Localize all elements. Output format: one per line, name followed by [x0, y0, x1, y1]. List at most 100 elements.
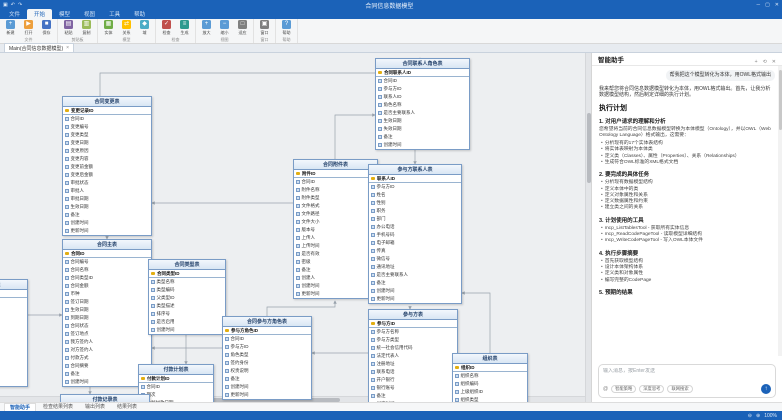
column-icon [65, 197, 69, 201]
column-icon [371, 273, 375, 277]
mention-icon[interactable]: @ [603, 386, 608, 392]
ribbon-button-帮助[interactable]: ?帮助 [279, 20, 294, 36]
relationship-line[interactable] [335, 115, 375, 159]
assistant-messages: 帮我把这个模型转化为本体，用OWL格式输出 我来帮您将合同信息数据模型转化为本体… [592, 66, 782, 361]
document-tab[interactable]: Main(合同信息数据模型)× [4, 43, 74, 52]
relationship-line[interactable] [267, 301, 335, 316]
entity-table[interactable]: 合同联系人角色表合同联系人ID合同ID参与方ID联系人ID角色名称是否主要联系人… [375, 58, 470, 150]
column-icon [455, 374, 459, 378]
entity-field: 审批人 [63, 187, 151, 195]
ribbon-tab-视图[interactable]: 视图 [77, 9, 102, 19]
field-name: 部门 [377, 216, 386, 222]
entity-field: 手机号码 [369, 231, 461, 239]
column-icon [296, 220, 300, 224]
zoom-in-icon[interactable]: ⊕ [756, 413, 760, 419]
entity-table[interactable]: 提醒事件表提醒ID合同ID提醒类型提醒日期提醒方式接收人提醒内容处理状态发送时间… [0, 279, 28, 387]
field-name: 上传人 [302, 235, 316, 241]
ribbon-button-保存[interactable]: ■保存 [39, 20, 54, 36]
undo-icon[interactable]: ↶ [11, 2, 15, 8]
field-name: 排序号 [157, 311, 171, 317]
entity-table[interactable]: 参与方联系人表联系人ID参与方ID姓名性别职务部门办公电话手机号码电子邮箱传真微… [368, 164, 462, 304]
close-button[interactable]: ✕ [775, 2, 779, 8]
close-tab-icon[interactable]: × [66, 45, 69, 51]
close-panel-icon[interactable]: ✕ [772, 59, 776, 65]
entity-field: 合同ID [0, 298, 27, 306]
entity-table[interactable]: 合同变更表变更记录ID合同ID变更编号变更类型变更日期变更原因变更内容变更前金额… [62, 96, 152, 236]
entity-field: 创建时间 [294, 282, 377, 290]
ribbon-button-label: 保存 [43, 30, 51, 36]
ribbon-tab-文件[interactable]: 文件 [2, 9, 27, 19]
ribbon-tab-帮助[interactable]: 帮助 [127, 9, 152, 19]
new-chat-icon[interactable]: + [755, 59, 758, 65]
column-icon [65, 173, 69, 177]
entity-field: 付款计划ID [139, 375, 213, 383]
column-icon [296, 252, 300, 256]
chat-input-box[interactable]: @ 智能策略深度思考联网搜索 ↑ [598, 364, 776, 398]
entity-table[interactable]: 组织表组织ID组织名称组织编码上级组织ID组织类型负责人联系电话备注创建时间 [452, 353, 528, 402]
entity-table[interactable]: 合同参与方角色表参与方角色ID合同ID参与方ID角色类型签约身份权责说明备注创建… [222, 316, 312, 400]
toggle-智能策略[interactable]: 智能策略 [611, 385, 636, 394]
column-icon [65, 348, 69, 352]
toggle-深度思考[interactable]: 深度思考 [639, 385, 664, 394]
field-name: 签约身份 [231, 360, 249, 366]
ribbon-button-生成[interactable]: ≡生成 [177, 20, 192, 36]
history-icon[interactable]: ⟲ [763, 59, 767, 65]
field-name: 角色名称 [384, 102, 402, 108]
entity-title: 付款计划表 [139, 365, 213, 375]
primary-key-icon [65, 109, 69, 112]
zoom-out-icon[interactable]: ⊖ [748, 413, 752, 419]
relationship-line[interactable] [462, 293, 490, 353]
entity-field: 变更后金额 [63, 171, 151, 179]
ribbon-button-复制[interactable]: ▥复制 [79, 20, 94, 36]
send-button[interactable]: ↑ [761, 384, 771, 394]
ribbon-group-窗口: ▣窗口窗口 [254, 19, 276, 43]
bullet-icon: • [601, 238, 603, 244]
ribbon-button-关系[interactable]: ⇄关系 [119, 20, 134, 36]
ribbon-button-检查[interactable]: ✓检查 [159, 20, 174, 36]
field-name: 付款计划ID [147, 376, 170, 382]
scrollbar-thumb[interactable] [779, 70, 782, 130]
entity-table[interactable]: 参与方表参与方ID参与方名称参与方类型统一社会信用代码法定代表人注册地址联系电话… [368, 309, 458, 402]
diagram-canvas[interactable]: 合同联系人角色表合同联系人ID合同ID参与方ID联系人ID角色名称是否主要联系人… [0, 53, 591, 402]
ribbon-button-适应[interactable]: □适应 [235, 20, 250, 36]
entity-field: 对方签约人 [63, 346, 151, 354]
ribbon-button-域[interactable]: ◆域 [137, 20, 152, 36]
panel-scrollbar[interactable] [778, 66, 782, 356]
toggle-联网搜索[interactable]: 联网搜索 [667, 385, 692, 394]
ribbon-button-缩小[interactable]: −缩小 [217, 20, 232, 36]
ribbon-tab-开始[interactable]: 开始 [27, 9, 52, 19]
ribbon-button-打开[interactable]: ▶打开 [21, 20, 36, 36]
entity-field: 合同编号 [63, 258, 151, 266]
field-name: 参与方名称 [377, 329, 400, 335]
relationship-line[interactable] [100, 58, 420, 96]
entity-field: 备注 [223, 375, 311, 383]
ribbon-button-实体[interactable]: ▦实体 [101, 20, 116, 36]
minimize-button[interactable]: ─ [757, 2, 761, 8]
field-name: 是否主要联系人 [384, 110, 416, 116]
entity-table[interactable]: 付款记录表付款记录ID付款计划ID合同ID实际付款日期实际付款金额付款方式凭证号… [60, 394, 150, 402]
ribbon-tab-模型[interactable]: 模型 [52, 9, 77, 19]
entity-table[interactable]: 合同类型表合同类型ID类型名称类型编码父类型ID类型描述排序号是否启用创建时间 [148, 259, 226, 335]
field-name: 上传时间 [302, 243, 320, 249]
bottom-tab-结果列表[interactable]: 结果列表 [112, 403, 142, 411]
ribbon-tab-工具[interactable]: 工具 [102, 9, 127, 19]
entity-table[interactable]: 合同附件表附件ID合同ID附件名称附件类型文件格式文件路径文件大小版本号上传人上… [293, 159, 378, 299]
chat-input[interactable] [603, 368, 771, 374]
maximize-button[interactable]: ▢ [765, 2, 770, 8]
column-icon [371, 193, 375, 197]
primary-key-icon [296, 172, 300, 175]
bottom-tab-检查结果列表[interactable]: 检查结果列表 [38, 403, 78, 411]
ribbon-button-放大[interactable]: +放大 [199, 20, 214, 36]
zoom-level: 100% [764, 413, 777, 419]
bottom-tab-输出列表[interactable]: 输出列表 [80, 403, 110, 411]
field-name: 生效日期 [384, 118, 402, 124]
save-icon[interactable]: ▣ [3, 2, 8, 8]
ribbon-button-新建[interactable]: +新建 [3, 20, 18, 36]
bullet-text: 编写完整的CodePage [605, 278, 652, 284]
field-name: 参与方类型 [377, 337, 400, 343]
entity-field: 通讯地址 [369, 263, 461, 271]
ribbon-button-窗口[interactable]: ▣窗口 [257, 20, 272, 36]
field-name: 我方签约人 [71, 339, 94, 345]
entity-field: 微信号 [369, 255, 461, 263]
ribbon-button-粘贴[interactable]: ▤粘贴 [61, 20, 76, 36]
